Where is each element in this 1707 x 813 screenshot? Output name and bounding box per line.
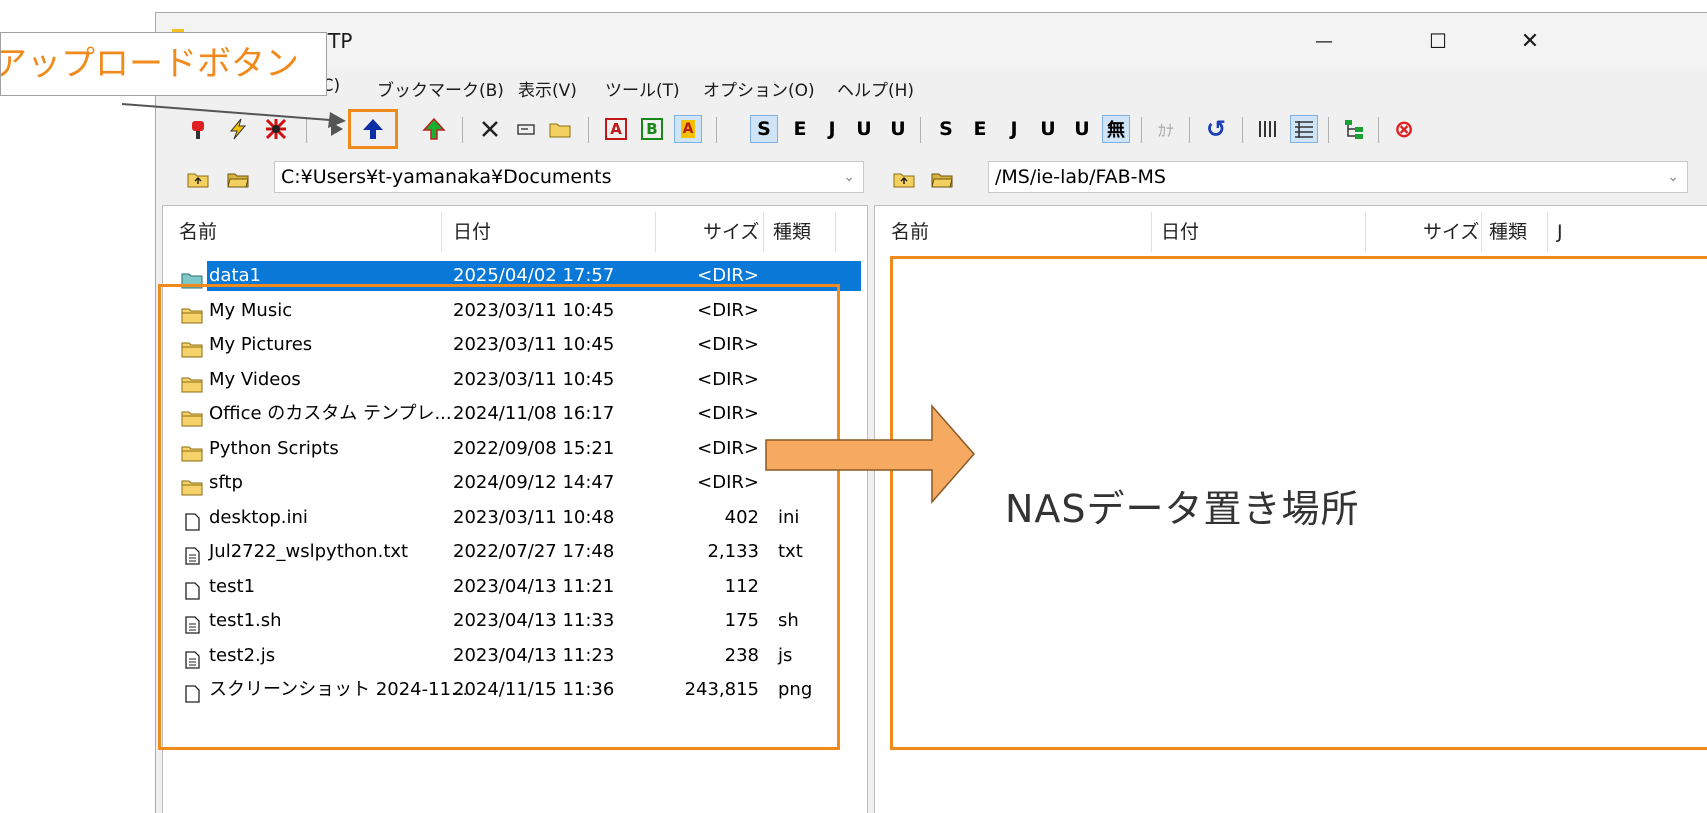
- kana-convert-button[interactable]: ｶﾅ: [1152, 115, 1180, 143]
- mkdir-icon: [549, 123, 571, 138]
- rename-button[interactable]: [512, 115, 540, 143]
- chevron-down-icon[interactable]: ⌄: [1667, 162, 1679, 192]
- maximize-button[interactable]: ☐: [1415, 23, 1461, 59]
- column-header-extra[interactable]: J: [1557, 206, 1563, 258]
- stop-button[interactable]: ⊗: [1390, 115, 1418, 143]
- utf8n-icon: U: [856, 118, 872, 140]
- list-view-button[interactable]: [1254, 115, 1282, 143]
- remote-no-conv-button[interactable]: 無: [1102, 115, 1130, 143]
- close-icon: ✕: [1520, 28, 1540, 54]
- menu-options[interactable]: オプション(O): [703, 76, 815, 101]
- sjis-icon: S: [939, 118, 953, 140]
- column-header-size[interactable]: サイズ: [703, 206, 759, 258]
- tree-view-button[interactable]: [1340, 115, 1368, 143]
- mkdir-button[interactable]: [546, 115, 574, 143]
- auto-mode-icon: A: [680, 120, 696, 138]
- remote-path-bar: /MS/ie-lab/FAB-MS ⌄: [876, 157, 1707, 199]
- local-utf8n-button[interactable]: U: [850, 115, 878, 143]
- close-button[interactable]: ✕: [1507, 23, 1553, 59]
- parent-folder-icon: [893, 173, 915, 188]
- upload-callout-text: アップロードボタン: [0, 44, 299, 84]
- sjis-icon: S: [757, 118, 771, 140]
- no-conversion-icon: 無: [1107, 120, 1125, 141]
- local-sjis-button[interactable]: S: [750, 115, 778, 143]
- jis-icon: J: [1010, 118, 1018, 140]
- callout-arrow: [121, 103, 346, 128]
- open-folder-icon: [227, 173, 249, 188]
- remote-utf8bom-button[interactable]: U: [1068, 115, 1096, 143]
- detail-view-button[interactable]: [1290, 115, 1318, 143]
- stop-icon: ⊗: [1393, 115, 1415, 143]
- column-header-name[interactable]: 名前: [891, 206, 929, 258]
- remote-path-text: /MS/ie-lab/FAB-MS: [995, 166, 1166, 188]
- menu-tools[interactable]: ツール(T): [605, 76, 680, 101]
- refresh-button[interactable]: ↺: [1202, 115, 1230, 143]
- utf8bom-icon: U: [1074, 118, 1090, 140]
- menu-help[interactable]: ヘルプ(H): [837, 76, 914, 101]
- minimize-icon: —: [1315, 30, 1333, 52]
- remote-parent-folder-button[interactable]: [890, 165, 918, 193]
- open-folder-icon: [931, 173, 953, 188]
- utf8n-icon: U: [1040, 118, 1056, 140]
- column-header-type[interactable]: 種類: [773, 206, 811, 258]
- column-header-type[interactable]: 種類: [1489, 206, 1527, 258]
- local-path-input[interactable]: C:¥Users¥t-yamanaka¥Documents ⌄: [274, 161, 864, 193]
- local-utf8bom-button[interactable]: U: [884, 115, 912, 143]
- local-path-text: C:¥Users¥t-yamanaka¥Documents: [281, 166, 612, 188]
- local-parent-folder-button[interactable]: [184, 165, 212, 193]
- euc-icon: E: [973, 118, 987, 140]
- ascii-mode-icon: A: [605, 118, 627, 140]
- remote-jis-button[interactable]: J: [1000, 115, 1028, 143]
- utf8bom-icon: U: [890, 118, 906, 140]
- local-highlight-box: [158, 284, 840, 750]
- jis-icon: J: [828, 118, 836, 140]
- maximize-icon: ☐: [1429, 29, 1447, 53]
- remote-euc-button[interactable]: E: [966, 115, 994, 143]
- column-header-name[interactable]: 名前: [179, 206, 217, 258]
- upload-button[interactable]: [348, 109, 398, 149]
- ascii-mode-button[interactable]: A: [602, 115, 630, 143]
- folder-icon: [181, 267, 203, 289]
- title-bar: NAS (1) - FFFTP — ☐ ✕: [156, 13, 1707, 69]
- upload-callout: アップロードボタン: [0, 32, 327, 96]
- kana-icon: ｶﾅ: [1157, 121, 1174, 140]
- column-header-size[interactable]: サイズ: [1423, 206, 1479, 258]
- delete-button[interactable]: [476, 115, 504, 143]
- auto-mode-button[interactable]: A: [674, 115, 702, 143]
- euc-icon: E: [793, 118, 807, 140]
- delete-icon: [482, 121, 498, 137]
- local-euc-button[interactable]: E: [786, 115, 814, 143]
- parent-folder-icon: [187, 173, 209, 188]
- list-view-icon: [1259, 121, 1276, 137]
- column-header-date[interactable]: 日付: [1161, 206, 1199, 258]
- remote-utf8n-button[interactable]: U: [1034, 115, 1062, 143]
- refresh-icon: ↺: [1205, 115, 1227, 143]
- menu-bar: (C) ブックマーク(B) 表示(V) ツール(T) オプション(O) ヘルプ(…: [156, 69, 1707, 103]
- rename-icon: [517, 124, 535, 135]
- local-path-bar: C:¥Users¥t-yamanaka¥Documents ⌄: [156, 157, 864, 199]
- menu-view[interactable]: 表示(V): [518, 76, 577, 101]
- transfer-arrow: [765, 404, 975, 504]
- column-header-date[interactable]: 日付: [453, 206, 491, 258]
- toolbar: A B A S E J U U S E J U U 無 ｶﾅ ↺ ⊗: [156, 103, 1707, 155]
- tree-view-icon: [1345, 120, 1363, 139]
- local-jis-button[interactable]: J: [818, 115, 846, 143]
- minimize-button[interactable]: —: [1301, 23, 1347, 59]
- detail-view-icon: [1295, 121, 1313, 138]
- menu-bookmark[interactable]: ブックマーク(B): [377, 76, 504, 101]
- nas-drop-area-label: NASデータ置き場所: [1005, 487, 1360, 531]
- remote-open-folder-button[interactable]: [928, 165, 956, 193]
- remote-sjis-button[interactable]: S: [932, 115, 960, 143]
- binary-mode-icon: B: [641, 118, 663, 140]
- chevron-down-icon[interactable]: ⌄: [843, 162, 855, 192]
- mirror-upload-button[interactable]: [420, 115, 448, 143]
- remote-path-input[interactable]: /MS/ie-lab/FAB-MS ⌄: [988, 161, 1688, 193]
- local-open-folder-button[interactable]: [224, 165, 252, 193]
- binary-mode-button[interactable]: B: [638, 115, 666, 143]
- mirror-upload-icon: [422, 117, 446, 140]
- upload-icon: [363, 119, 383, 139]
